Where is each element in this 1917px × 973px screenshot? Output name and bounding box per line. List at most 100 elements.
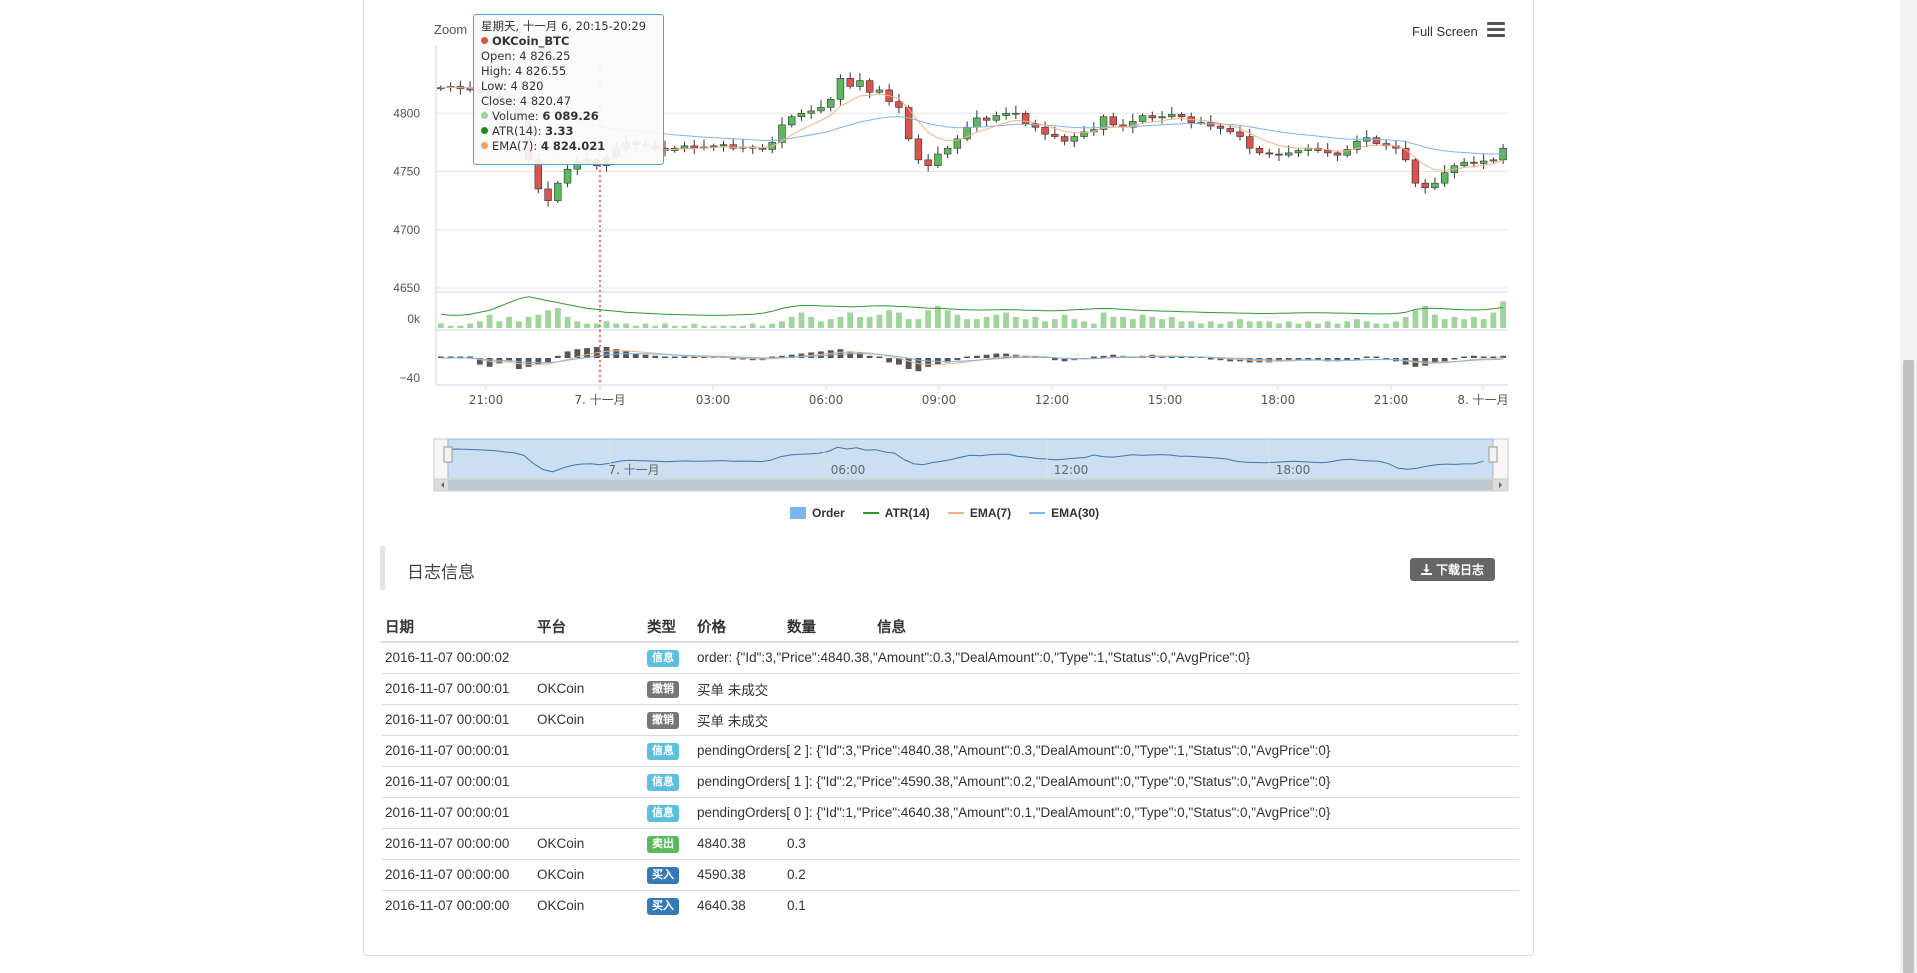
indicator-bar (662, 356, 668, 358)
volume-bar (944, 310, 951, 328)
price-chart[interactable]: 4800 4750 4700 4650 0k −40 21:00 7. 十一月 03:00 06:… (0, 0, 1917, 500)
indicator-bar (1480, 356, 1487, 358)
volume-bar (1227, 321, 1234, 328)
volume-bar (1246, 321, 1253, 328)
volume-bar (1217, 323, 1224, 328)
volume-bar (925, 310, 932, 328)
candle (914, 138, 923, 161)
log-cell-platform: OKCoin (533, 858, 643, 890)
candle (1246, 136, 1254, 149)
candle (1431, 182, 1439, 189)
volume-bar (642, 323, 649, 328)
indicator-bar (1305, 358, 1312, 360)
candle (787, 116, 796, 126)
candle (768, 142, 776, 150)
legend-swatch-ema7 (947, 512, 964, 514)
volume-bar (632, 325, 639, 328)
x-tick-label: 06:00 (809, 393, 844, 407)
volume-bar (964, 319, 971, 328)
log-row: 2016-11-07 00:00:01 OKCoin 撤销 买单 未成交 (381, 703, 1519, 735)
indicator-bar (1461, 356, 1468, 358)
volume-dot-icon (481, 112, 488, 119)
volume-bar (1470, 316, 1477, 328)
log-table-body: 2016-11-07 00:00:02 信息 order: {"Id":3,"Pri… (381, 641, 1519, 921)
candle (1158, 116, 1166, 119)
volume-bar (535, 314, 542, 328)
series-dot-icon (481, 37, 488, 44)
volume-bar (1051, 319, 1058, 328)
volume-bar (623, 323, 629, 328)
log-cell-price: 买单 未成交 (693, 703, 1519, 735)
volume-bar (1159, 319, 1165, 328)
log-cell-price: pendingOrders[ 0 ]: {"Id":1,"Price":4640… (693, 796, 1519, 828)
page-scrollbar[interactable] (1900, 0, 1917, 973)
indicator-bar (954, 358, 961, 361)
indicator-bar (876, 356, 883, 358)
x-tick-label: 21:00 (1374, 393, 1409, 407)
indicator-bar (827, 350, 834, 358)
log-cell-platform: OKCoin (533, 672, 643, 704)
candle (1285, 152, 1293, 156)
log-cell-price: order: {"Id":3,"Price":4840.38,"Amount":… (693, 641, 1519, 673)
indicator-bar (535, 358, 542, 365)
volume-bar (1324, 321, 1331, 328)
navigator-scrollbar-thumb (448, 480, 1493, 490)
log-cell-date: 2016-11-07 00:00:01 (381, 734, 533, 766)
legend-item-order[interactable]: Order (790, 506, 845, 520)
volume-bar (1334, 323, 1341, 328)
legend-swatch-atr (862, 512, 879, 514)
volume-bar (993, 314, 1000, 328)
volume-bar (779, 321, 785, 328)
legend-item-ema7[interactable]: EMA(7) (947, 506, 1011, 520)
volume-bar (740, 325, 746, 328)
candle (1323, 150, 1332, 154)
volume-bar (973, 319, 980, 328)
volume-bar (486, 314, 493, 328)
volume-bar (1461, 319, 1468, 328)
chart-tooltip: 星期天, 十一月 6, 20:15-20:29 OKCoin_BTC Open:… (473, 14, 664, 165)
indicator-bar (632, 353, 639, 358)
volume-bar (788, 316, 795, 328)
legend-item-atr[interactable]: ATR(14) (862, 506, 930, 520)
indicator-bar (1295, 358, 1302, 360)
candle (1207, 122, 1215, 127)
candle (807, 110, 815, 114)
navigator: 7. 十一月 06:00 12:00 18:00 (433, 438, 1509, 492)
x-tick-label: 12:00 (1035, 393, 1070, 407)
candle (1216, 125, 1225, 129)
x-tick-label: 15:00 (1148, 393, 1183, 407)
legend-item-ema30[interactable]: EMA(30) (1029, 506, 1099, 520)
volume-bar (1120, 316, 1126, 328)
log-row: 2016-11-07 00:00:01 信息 pendingOrders[ 1 ]:… (381, 765, 1519, 797)
volume-bar (1315, 323, 1321, 328)
scrollbar-thumb[interactable] (1903, 360, 1914, 973)
tooltip-series-name: OKCoin_BTC (492, 34, 570, 48)
candle (1002, 112, 1010, 116)
x-tick-label: 21:00 (469, 393, 504, 407)
volume-bar (905, 319, 912, 328)
log-cell-type: 信息 (643, 796, 693, 828)
log-cell-type: 撤销 (643, 672, 693, 704)
download-log-button[interactable]: 下载日志 (1410, 558, 1495, 581)
fullscreen-button[interactable]: Full Screen (1412, 24, 1478, 39)
candle (1236, 131, 1244, 137)
chart-menu-icon[interactable] (1487, 22, 1505, 38)
type-badge: 买入 (647, 897, 679, 915)
candle (1440, 172, 1449, 184)
volume-bar (1139, 314, 1146, 328)
tooltip-atr-value: 3.33 (545, 124, 574, 138)
log-cell-amount: 0.1 (783, 889, 873, 921)
candle (554, 182, 562, 201)
volume-bar (554, 308, 561, 328)
log-cell-type: 撤销 (643, 703, 693, 735)
candle (1294, 150, 1303, 154)
x-tick-label: 8. 十一月 (1457, 393, 1508, 407)
volume-bar (818, 321, 824, 328)
volume-bar (1256, 321, 1263, 328)
volume-bar (808, 316, 815, 328)
y-tick-label: 4700 (393, 223, 420, 237)
log-cell-price: 4640.38 (693, 889, 783, 921)
column-header-info: 信息 (873, 612, 1519, 643)
candle (1051, 133, 1059, 137)
volume-bar (954, 314, 961, 328)
